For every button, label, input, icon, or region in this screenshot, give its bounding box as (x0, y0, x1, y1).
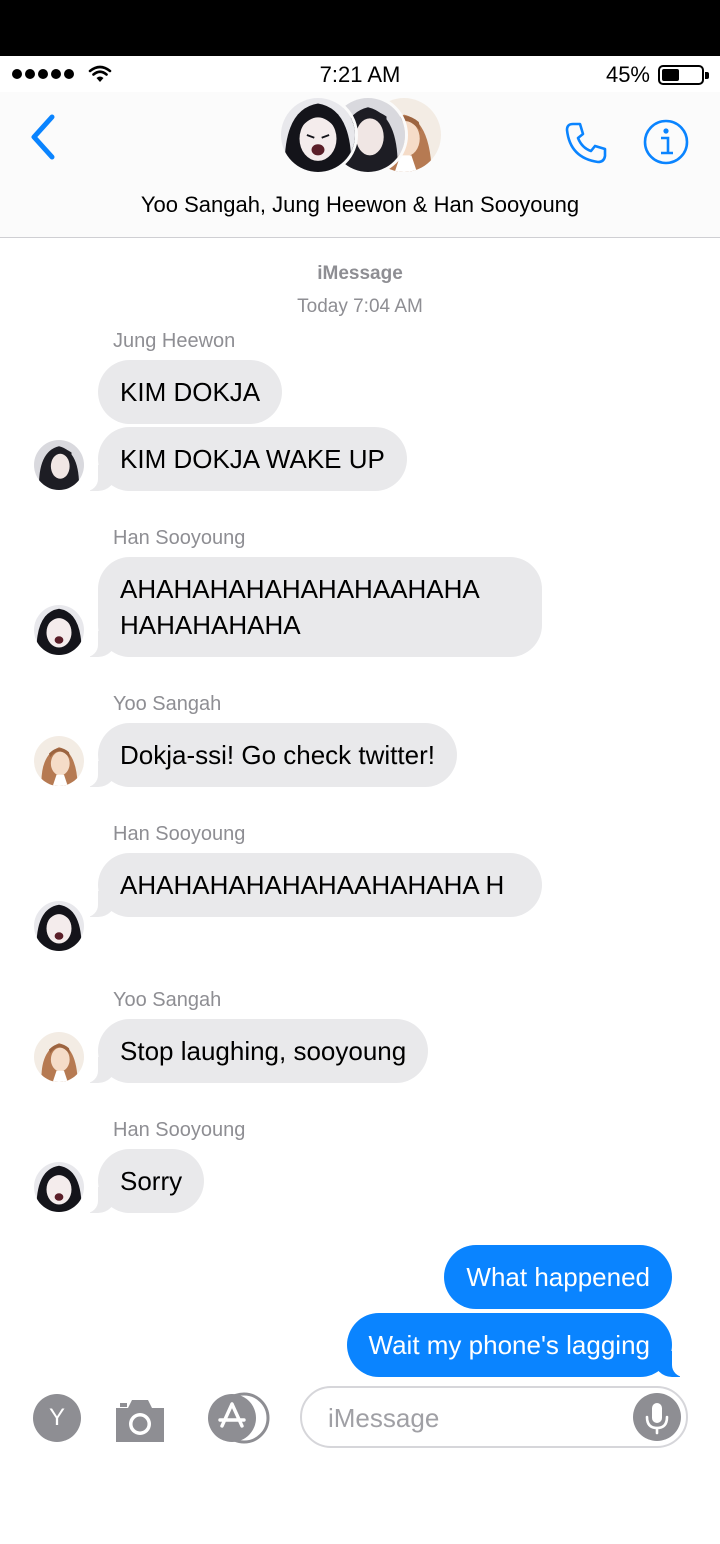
message-bubble[interactable]: AHAHAHAHAHAHAAHAHAHA H (82, 853, 542, 917)
status-bar: 7:21 AM 45% (0, 56, 720, 92)
message-text: KIM DOKJA WAKE UP (120, 444, 385, 474)
apps-button[interactable]: Y (33, 1394, 81, 1442)
battery-icon (658, 65, 709, 85)
message-text: Wait my phone's lagging (368, 1330, 650, 1360)
message-bubble[interactable]: KIM DOKJA WAKE UP (82, 427, 407, 491)
avatar-han-sooyoung[interactable] (34, 901, 84, 951)
message-text: AHAHAHAHAHAHAHAAHAHA HAHAHAHAHA (120, 574, 479, 640)
app-store-icon[interactable] (204, 1392, 272, 1444)
avatar-han-sooyoung[interactable] (34, 1162, 84, 1212)
back-chevron-icon[interactable] (26, 112, 60, 162)
device-top-bezel (0, 0, 720, 56)
conversation-header: Yoo Sangah, Jung Heewon & Han Sooyoung (0, 92, 720, 238)
avatar-yoo-sangah[interactable] (34, 1032, 84, 1082)
message-text: Stop laughing, sooyoung (120, 1036, 407, 1066)
message-bubble[interactable]: AHAHAHAHAHAHAHAAHAHA HAHAHAHAHA (82, 557, 542, 657)
message-input-container (300, 1386, 688, 1448)
message-bubble[interactable]: Stop laughing, sooyoung (81, 1019, 429, 1083)
microphone-icon (645, 1403, 669, 1435)
service-label: iMessage (317, 263, 403, 284)
message-text: Sorry (120, 1166, 183, 1196)
thread-timestamp: Today 7:04 AM (297, 296, 423, 317)
phone-icon[interactable] (562, 118, 610, 166)
avatar-han-sooyoung[interactable] (34, 605, 84, 655)
sender-name: Han Sooyoung (113, 823, 246, 845)
avatar-han-sooyoung (278, 95, 358, 175)
message-bubble[interactable]: KIM DOKJA (98, 360, 283, 424)
info-icon[interactable] (642, 118, 690, 166)
conversation-title[interactable]: Yoo Sangah, Jung Heewon & Han Sooyoung (0, 192, 720, 218)
battery-percent: 45% (605, 62, 650, 87)
sender-name: Yoo Sangah (113, 693, 222, 715)
message-bubble-outgoing[interactable]: What happened (444, 1245, 672, 1309)
avatar-jung-heewon[interactable] (34, 440, 84, 490)
sender-name: Han Sooyoung (113, 527, 246, 549)
camera-icon[interactable] (112, 1396, 168, 1444)
avatar-yoo-sangah[interactable] (34, 736, 84, 786)
message-bubble[interactable]: Dokja-ssi! Go check twitter! (82, 723, 457, 787)
message-bubble[interactable]: Sorry (81, 1149, 205, 1213)
message-input[interactable] (328, 1398, 618, 1438)
message-bubble-outgoing[interactable]: Wait my phone's lagging (346, 1313, 689, 1377)
sender-name: Yoo Sangah (113, 989, 222, 1011)
message-text: AHAHAHAHAHAHAAHAHAHA H (120, 870, 505, 900)
microphone-button[interactable] (633, 1393, 681, 1441)
message-composer: Y (0, 1380, 720, 1460)
sender-name: Han Sooyoung (113, 1119, 246, 1141)
group-avatars[interactable] (278, 95, 444, 177)
sender-name: Jung Heewon (113, 330, 236, 352)
message-text: Dokja-ssi! Go check twitter! (120, 740, 435, 770)
